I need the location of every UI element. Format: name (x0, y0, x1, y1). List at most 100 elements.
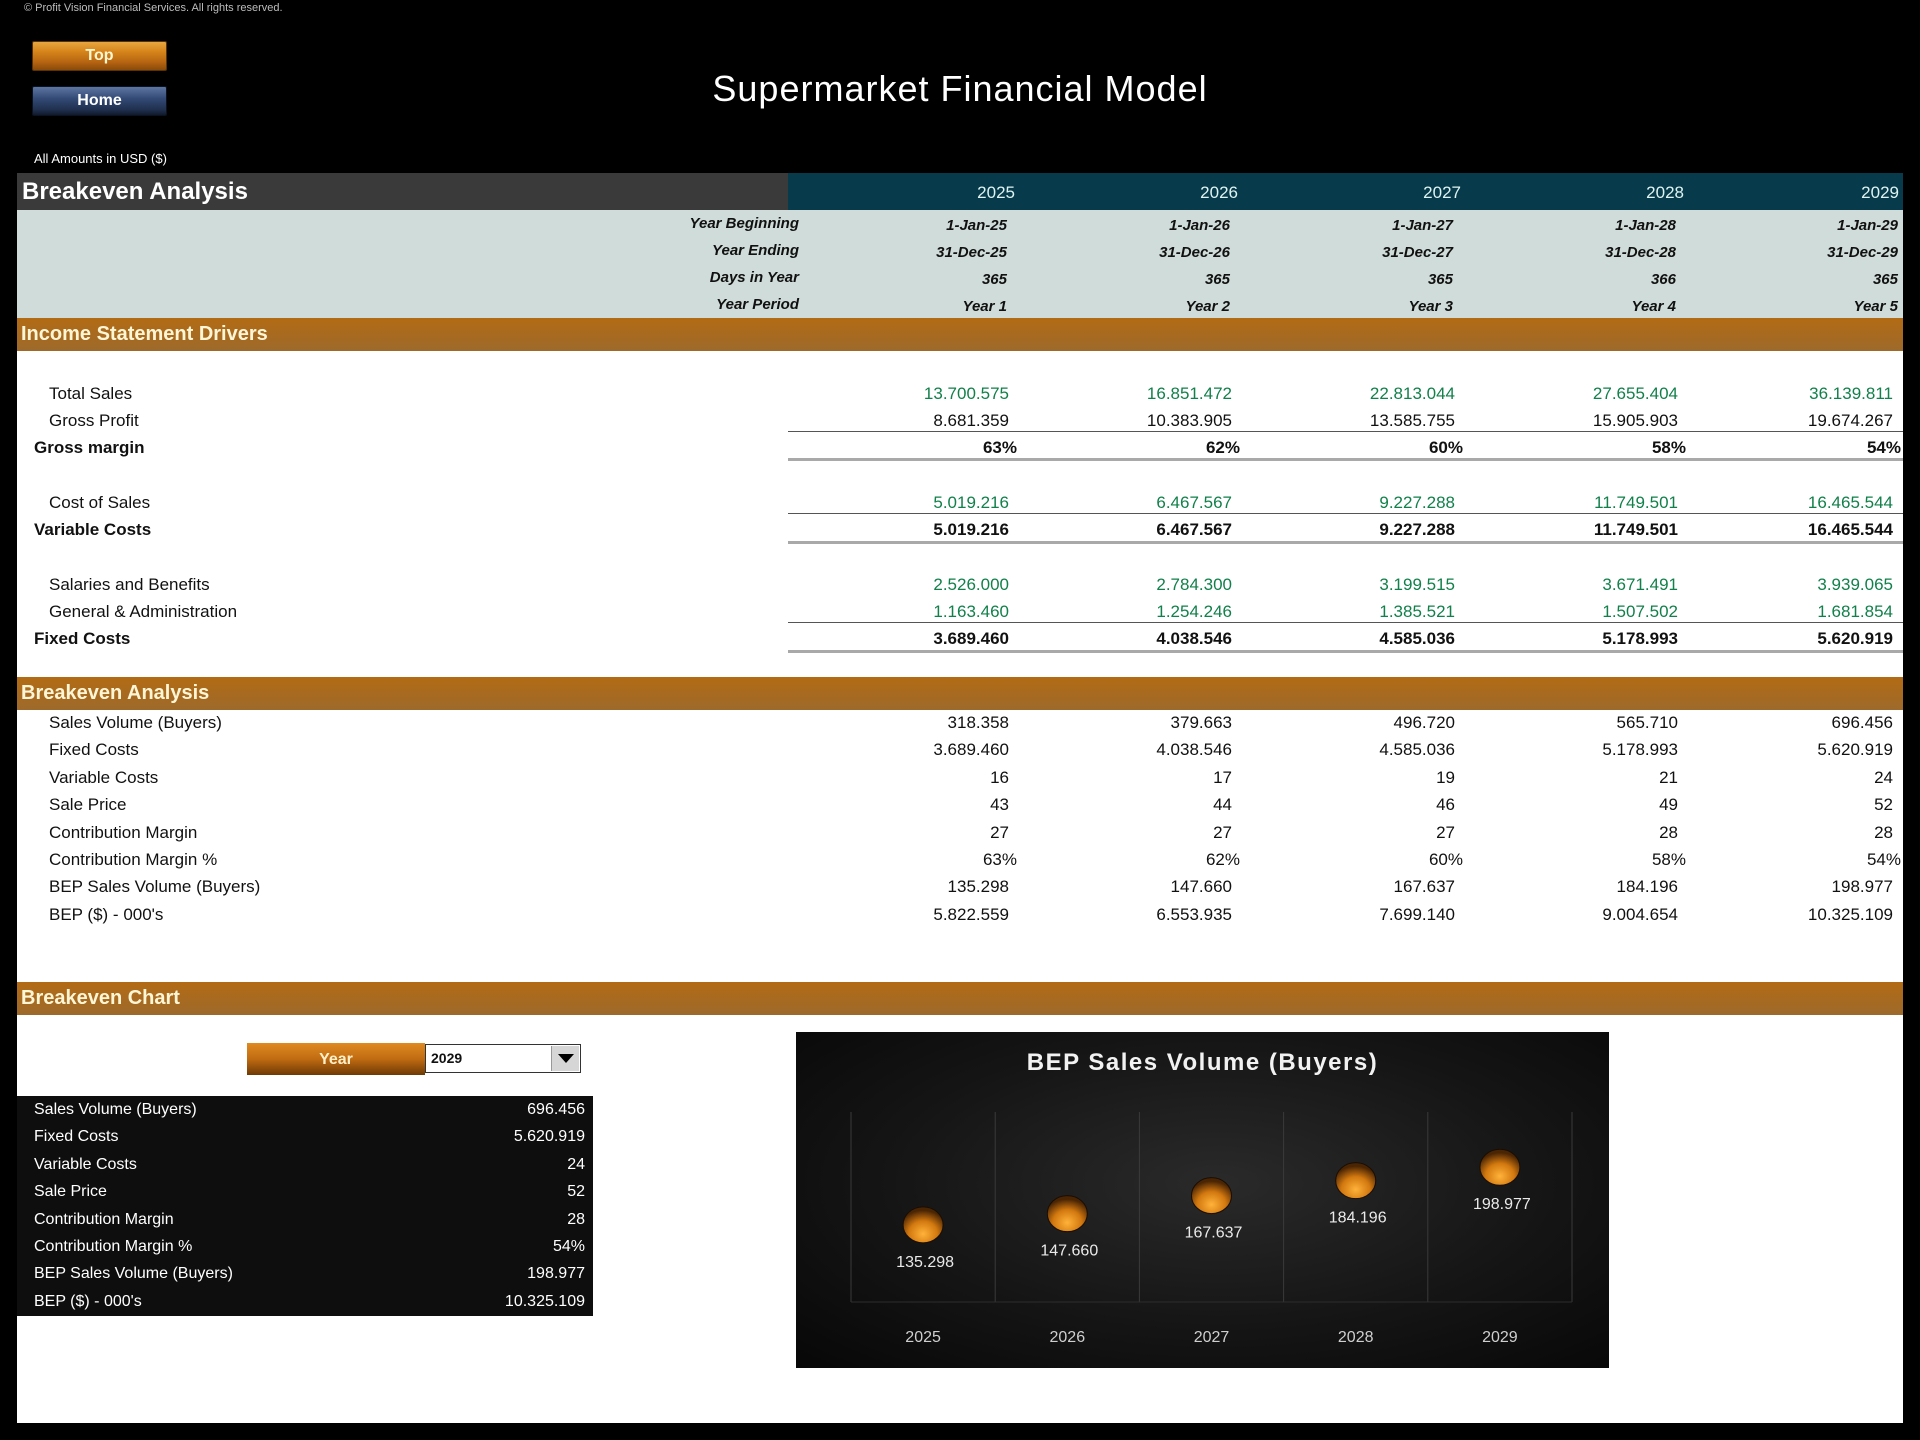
summary-label: BEP ($) - 000's (34, 1292, 142, 1310)
summary-label: Sales Volume (Buyers) (34, 1101, 197, 1118)
period-cell: 365 (1427, 271, 1453, 288)
period-cell: Year 2 (1185, 298, 1230, 315)
data-cell: 10.325.109 (1807, 904, 1893, 924)
period-cell: Year 3 (1408, 298, 1453, 315)
data-cell: 496.720 (1393, 713, 1455, 732)
data-cell: 5.822.559 (933, 904, 1009, 924)
copyright-notice: © Profit Vision Financial Services. All … (24, 2, 283, 14)
data-cell: 49 (1659, 795, 1678, 815)
data-cell: 9.227.288 (1379, 520, 1455, 539)
data-cell: 8.681.359 (933, 411, 1009, 430)
data-label: 147.660 (1040, 1243, 1098, 1260)
year-column-header: 2026 (1200, 183, 1238, 202)
chevron-down-icon[interactable] (551, 1046, 579, 1071)
year-dropdown-value: 2029 (431, 1050, 463, 1066)
row-separator (788, 650, 1903, 653)
data-cell: 6.467.567 (1156, 520, 1232, 539)
year-column-header: 2029 (1861, 183, 1899, 202)
data-cell: 1.163.460 (933, 602, 1009, 621)
row-label: Contribution Margin (49, 822, 198, 842)
data-cell: 36.139.811 (1809, 384, 1893, 403)
period-cell: 1-Jan-27 (1392, 217, 1453, 234)
data-cell: 46 (1436, 795, 1455, 815)
year-button[interactable]: Year (247, 1043, 425, 1075)
period-cell: 1-Jan-25 (946, 217, 1007, 234)
row-label: BEP ($) - 000's (49, 904, 164, 924)
data-cell: 60% (1428, 850, 1463, 869)
x-tick-label: 2027 (1194, 1329, 1230, 1346)
row-label: Salaries and Benefits (49, 575, 210, 594)
row-label: Variable Costs (34, 520, 152, 539)
data-cell: 13.700.575 (923, 384, 1009, 403)
top-button[interactable]: Top (32, 41, 167, 71)
data-cell: 1.254.246 (1156, 602, 1232, 621)
data-cell: 5.620.919 (1817, 740, 1893, 760)
summary-value: 198.977 (527, 1265, 585, 1283)
data-cell: 27 (990, 822, 1009, 842)
summary-value: 54% (552, 1238, 585, 1255)
summary-value: 10.325.109 (504, 1292, 585, 1310)
x-tick-label: 2028 (1338, 1329, 1374, 1346)
data-cell: 19.674.267 (1807, 411, 1893, 430)
breakeven-analysis-header: Breakeven Analysis (17, 677, 1903, 710)
row-label: General & Administration (49, 602, 238, 621)
data-cell: 24 (1874, 767, 1893, 787)
year-column-header: 2028 (1646, 183, 1684, 202)
year-column-header: 2025 (977, 183, 1015, 202)
data-cell: 60% (1428, 438, 1463, 457)
period-cell: 1-Jan-28 (1615, 217, 1676, 234)
x-tick-label: 2025 (905, 1329, 941, 1346)
period-header-block: Year Beginning 1-Jan-25 1-Jan-26 1-Jan-27 1-… (17, 210, 1903, 318)
breakeven-chart-header: Breakeven Chart (17, 982, 1903, 1015)
row-label: Sales Volume (Buyers) (49, 713, 222, 732)
period-cell: 31-Dec-27 (1382, 244, 1453, 261)
data-cell: 54% (1866, 438, 1901, 457)
summary-value: 52 (567, 1183, 585, 1201)
data-label: 167.637 (1185, 1225, 1243, 1242)
row-separator (788, 431, 1903, 432)
summary-row: Fixed Costs 5.620.919 (17, 1125, 593, 1152)
data-cell: 5.178.993 (1602, 629, 1678, 648)
data-cell: 28 (1874, 822, 1893, 842)
row-label: Variable Costs (49, 767, 159, 787)
data-cell: 7.699.140 (1379, 904, 1455, 924)
row-label: Total Sales (49, 384, 133, 403)
summary-value: 24 (567, 1155, 585, 1173)
data-cell: 19 (1436, 767, 1455, 787)
bep-sales-volume-chart: BEP Sales Volume (Buyers) 135.298 2025 147.… (796, 1032, 1609, 1368)
data-point-marker (902, 1206, 944, 1244)
summary-label: Contribution Margin (34, 1210, 174, 1228)
period-cell: 31-Dec-28 (1605, 244, 1676, 261)
data-cell: 9.227.288 (1379, 493, 1455, 512)
data-cell: 9.004.654 (1602, 904, 1678, 924)
income-drivers-header: Income Statement Drivers (17, 318, 1903, 351)
summary-row: Sales Volume (Buyers) 696.456 (17, 1098, 593, 1125)
data-cell: 54% (1866, 850, 1901, 869)
data-cell: 28 (1659, 822, 1678, 842)
data-cell: 2.526.000 (933, 575, 1009, 594)
data-point-marker (1046, 1195, 1088, 1233)
row-separator (788, 622, 1903, 623)
data-cell: 184.196 (1616, 877, 1678, 897)
summary-value: 28 (567, 1210, 585, 1228)
data-label: 184.196 (1329, 1210, 1387, 1227)
period-cell: 366 (1650, 271, 1676, 288)
period-cell: 31-Dec-26 (1159, 244, 1230, 261)
data-cell: 63% (982, 850, 1017, 869)
data-cell: 16.465.544 (1807, 493, 1893, 512)
row-label: Gross Profit (49, 411, 139, 430)
page-title: Supermarket Financial Model (712, 68, 1208, 109)
summary-label: Contribution Margin % (34, 1238, 193, 1255)
data-cell: 15.905.903 (1592, 411, 1678, 430)
period-cell: 1-Jan-26 (1169, 217, 1230, 234)
year-dropdown[interactable]: 2029 (425, 1044, 581, 1073)
data-cell: 52 (1874, 795, 1893, 815)
data-cell: 167.637 (1393, 877, 1455, 897)
data-cell: 6.467.567 (1156, 493, 1232, 512)
data-cell: 13.585.755 (1369, 411, 1455, 430)
period-row-label: Year Beginning (689, 215, 799, 232)
period-cell: Year 4 (1631, 298, 1676, 315)
worksheet: Breakeven Analysis 2025 2026 2027 2028 2029 … (17, 173, 1903, 1423)
row-label: Sale Price (49, 795, 127, 815)
period-cell: 1-Jan-29 (1837, 217, 1898, 234)
